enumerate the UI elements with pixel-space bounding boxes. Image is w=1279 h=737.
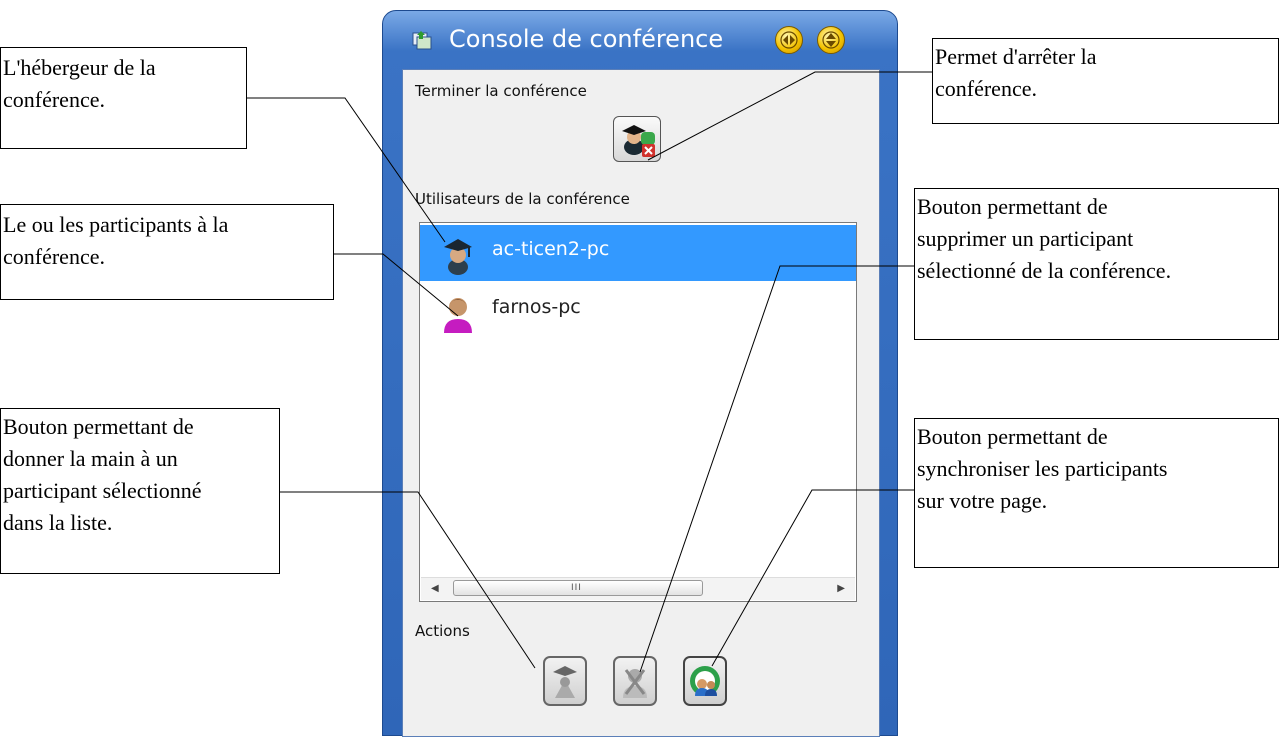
stop-conference-icon bbox=[622, 125, 655, 157]
remove-user-icon bbox=[623, 669, 647, 698]
scrollbar-grip: III bbox=[571, 583, 582, 593]
scrollbar-thumb[interactable]: III bbox=[453, 580, 703, 596]
console-icon bbox=[412, 31, 432, 50]
annotation-line: donner la main à un bbox=[3, 446, 178, 471]
give-hand-button[interactable] bbox=[543, 656, 587, 706]
end-conference-label: Terminer la conférence bbox=[415, 82, 587, 100]
participant-user-icon bbox=[444, 298, 472, 333]
annotation-line: Permet d'arrêter la bbox=[935, 44, 1097, 69]
list-item[interactable]: farnos-pc bbox=[420, 283, 856, 339]
sync-participants-icon bbox=[690, 666, 720, 696]
annotation-line: synchroniser les participants bbox=[917, 456, 1168, 481]
conference-users-label: Utilisateurs de la conférence bbox=[415, 190, 630, 208]
expand-collapse-horizontal-button[interactable] bbox=[775, 26, 803, 54]
annotation-line: L'hébergeur de la bbox=[3, 55, 156, 80]
console-panel: Terminer la conférence Utilisateurs de l… bbox=[402, 69, 880, 737]
window-title: Console de conférence bbox=[449, 25, 724, 53]
expand-collapse-vertical-button[interactable] bbox=[817, 26, 845, 54]
annotation-line: sélectionné de la conférence. bbox=[917, 258, 1172, 283]
conference-console-window: Console de conférence Terminer la confér… bbox=[382, 10, 898, 737]
annotation-line: Bouton permettant de bbox=[3, 414, 194, 439]
up-down-arrows-icon bbox=[822, 31, 840, 49]
annotation-stop: Permet d'arrêter la conférence. bbox=[932, 38, 1279, 124]
annotation-line: Bouton permettant de bbox=[917, 194, 1108, 219]
user-name: farnos-pc bbox=[492, 296, 581, 318]
list-item[interactable]: ac-ticen2-pc bbox=[420, 225, 856, 281]
annotation-line: Le ou les participants à la bbox=[3, 212, 229, 237]
remove-participant-button[interactable] bbox=[613, 656, 657, 706]
host-user-icon bbox=[444, 239, 472, 275]
annotation-line: sur votre page. bbox=[917, 488, 1048, 513]
users-list[interactable]: ac-ticen2-pc farnos-pc ◀ III ▶ bbox=[419, 222, 857, 602]
annotation-sync: Bouton permettant de synchroniser les pa… bbox=[914, 418, 1279, 568]
annotation-line: dans la liste. bbox=[3, 510, 113, 535]
annotation-line: conférence. bbox=[935, 76, 1037, 101]
annotation-give-hand: Bouton permettant de donner la main à un… bbox=[0, 408, 280, 574]
end-conference-button[interactable] bbox=[613, 116, 661, 162]
annotation-host: L'hébergeur de la conférence. bbox=[0, 47, 247, 149]
annotation-participants: Le ou les participants à la conférence. bbox=[0, 204, 334, 300]
scroll-right-icon[interactable]: ▶ bbox=[837, 583, 845, 594]
sync-participants-button[interactable] bbox=[683, 656, 727, 706]
annotation-line: Bouton permettant de bbox=[917, 424, 1108, 449]
give-hand-icon bbox=[553, 666, 577, 698]
user-name: ac-ticen2-pc bbox=[492, 238, 610, 260]
horizontal-scrollbar[interactable]: ◀ III ▶ bbox=[421, 577, 855, 600]
left-right-arrows-icon bbox=[780, 31, 798, 49]
annotation-line: conférence. bbox=[3, 244, 105, 269]
scroll-left-icon[interactable]: ◀ bbox=[431, 583, 439, 594]
title-bar[interactable]: Console de conférence bbox=[383, 11, 897, 67]
actions-label: Actions bbox=[415, 622, 470, 640]
annotation-line: participant sélectionné bbox=[3, 478, 202, 503]
annotation-line: supprimer un participant bbox=[917, 226, 1134, 251]
annotation-remove: Bouton permettant de supprimer un partic… bbox=[914, 188, 1279, 340]
annotation-line: conférence. bbox=[3, 87, 105, 112]
